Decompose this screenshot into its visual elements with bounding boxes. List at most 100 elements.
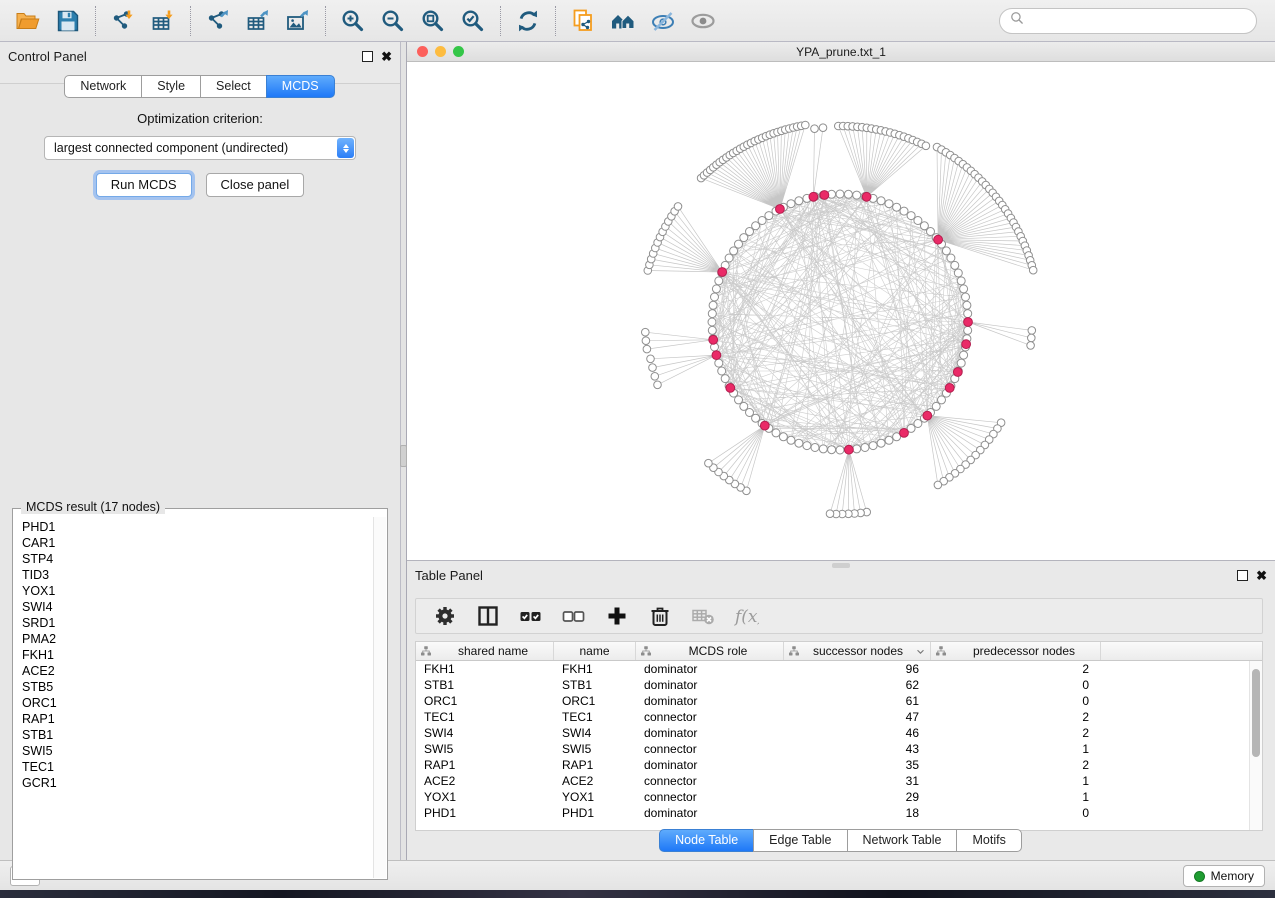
table-row[interactable]: SWI5SWI5connector431 [416,741,1262,757]
graph-node[interactable] [787,436,795,444]
panel-splitter-vertical[interactable] [400,42,407,860]
graph-node[interactable] [844,190,852,198]
graph-node[interactable] [735,396,743,404]
graph-node[interactable] [787,200,795,208]
column-settings-button[interactable] [431,602,459,630]
control-panel-close-button[interactable]: ✖ [381,51,392,62]
graph-node[interactable] [885,200,893,208]
graph-leaf-node[interactable] [802,121,810,129]
select-all-columns-button[interactable] [517,602,545,630]
mcds-result-item[interactable]: ACE2 [15,663,373,679]
import-table-button[interactable] [143,4,183,38]
graph-hub-node[interactable] [712,351,721,360]
table-panel-close-button[interactable]: ✖ [1256,570,1267,581]
show-all-button[interactable] [683,4,723,38]
table-row[interactable]: YOX1YOX1connector291 [416,789,1262,805]
table-panel-float-button[interactable] [1237,570,1248,581]
graph-node[interactable] [960,285,968,293]
toggle-panes-button[interactable] [474,602,502,630]
table-tab-network-table[interactable]: Network Table [847,829,958,852]
table-row[interactable]: ORC1ORC1dominator610 [416,693,1262,709]
table-row[interactable]: STB1STB1dominator620 [416,677,1262,693]
graph-node[interactable] [795,197,803,205]
mcds-result-item[interactable]: SRD1 [15,615,373,631]
column-header-MCDS-role[interactable]: MCDS role [636,642,784,660]
graph-node[interactable] [947,254,955,262]
graph-node[interactable] [811,444,819,452]
graph-hub-node[interactable] [709,335,718,344]
graph-node[interactable] [964,310,972,318]
zoom-selected-button[interactable] [453,4,493,38]
graph-hub-node[interactable] [953,368,962,377]
graph-leaf-node[interactable] [705,459,713,467]
graph-leaf-node[interactable] [811,125,819,133]
graph-hub-node[interactable] [776,205,785,214]
table-scrollbar[interactable] [1249,661,1262,830]
graph-leaf-node[interactable] [642,328,650,336]
graph-node[interactable] [718,367,726,375]
column-header-predecessor-nodes[interactable]: predecessor nodes [931,642,1101,660]
graph-hub-node[interactable] [923,411,932,420]
mcds-result-item[interactable]: TEC1 [15,759,373,775]
mcds-result-item[interactable]: RAP1 [15,711,373,727]
control-tab-style[interactable]: Style [141,75,201,98]
mcds-result-item[interactable]: TID3 [15,567,373,583]
graph-node[interactable] [709,301,717,309]
first-neighbors-button[interactable] [603,4,643,38]
graph-node[interactable] [954,269,962,277]
graph-hub-node[interactable] [845,445,854,454]
graph-hub-node[interactable] [964,318,973,327]
graph-hub-node[interactable] [962,340,971,349]
network-canvas[interactable] [407,62,1275,560]
graph-node[interactable] [942,247,950,255]
table-row[interactable]: RAP1RAP1dominator352 [416,757,1262,773]
column-header-name[interactable]: name [554,642,636,660]
run-mcds-button[interactable]: Run MCDS [96,173,192,197]
graph-node[interactable] [779,433,787,441]
table-tab-edge-table[interactable]: Edge Table [753,829,847,852]
unselect-all-columns-button[interactable] [560,602,588,630]
graph-node[interactable] [957,359,965,367]
mcds-result-item[interactable]: GCR1 [15,775,373,791]
table-row[interactable]: FKH1FKH1dominator962 [416,661,1262,677]
close-panel-button[interactable]: Close panel [206,173,305,197]
mcds-result-item[interactable]: STB1 [15,727,373,743]
mcds-result-item[interactable]: FKH1 [15,647,373,663]
graph-node[interactable] [893,203,901,211]
splitter-grip[interactable] [400,445,407,467]
hide-selected-button[interactable] [643,4,683,38]
window-close-icon[interactable] [417,46,428,57]
mcds-result-item[interactable]: YOX1 [15,583,373,599]
graph-node[interactable] [730,247,738,255]
zoom-out-button[interactable] [373,4,413,38]
graph-hub-node[interactable] [820,191,829,200]
graph-hub-node[interactable] [809,192,818,201]
graph-node[interactable] [828,446,836,454]
table-tab-node-table[interactable]: Node Table [659,829,754,852]
graph-node[interactable] [853,445,861,453]
graph-leaf-node[interactable] [643,345,651,353]
graph-hub-node[interactable] [726,384,735,393]
graph-hub-node[interactable] [945,384,954,393]
optimization-criterion-select[interactable]: largest connected component (undirected) [44,136,356,160]
graph-leaf-node[interactable] [819,124,827,132]
delete-column-button[interactable] [646,602,674,630]
graph-node[interactable] [708,310,716,318]
table-scrollbar-thumb[interactable] [1252,669,1260,757]
memory-button[interactable]: Memory [1183,865,1265,887]
control-panel-float-button[interactable] [362,51,373,62]
graph-node[interactable] [721,375,729,383]
window-minimize-icon[interactable] [435,46,446,57]
table-row[interactable]: TEC1TEC1connector472 [416,709,1262,725]
zoom-fit-button[interactable] [413,4,453,38]
graph-node[interactable] [861,444,869,452]
graph-node[interactable] [725,254,733,262]
graph-node[interactable] [951,261,959,269]
graph-hub-node[interactable] [718,268,727,277]
graph-node[interactable] [772,429,780,437]
graph-node[interactable] [885,436,893,444]
graph-node[interactable] [853,191,861,199]
mcds-result-item[interactable]: ORC1 [15,695,373,711]
graph-node[interactable] [836,446,844,454]
control-tab-network[interactable]: Network [64,75,142,98]
